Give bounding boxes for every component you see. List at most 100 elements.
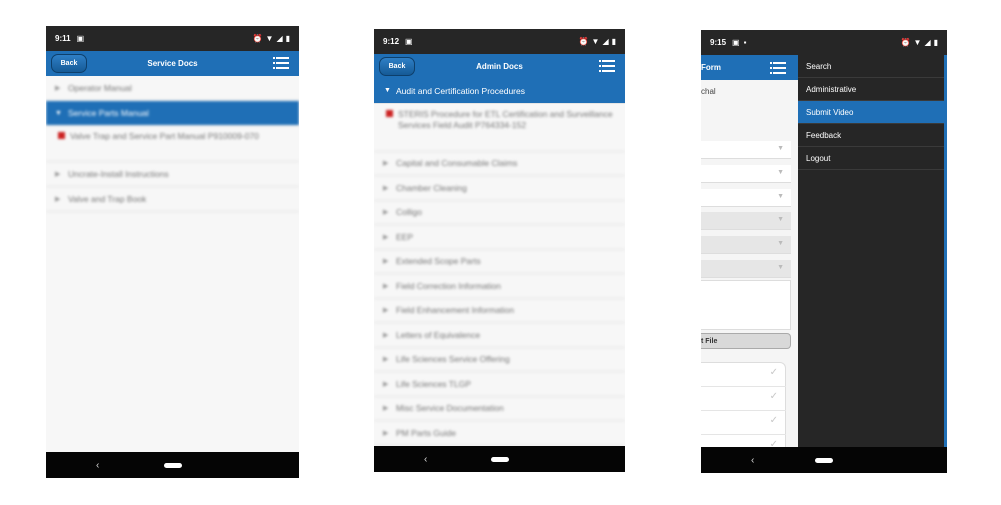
chevron-down-icon: ▼ [777,264,784,271]
list-item[interactable]: ▶ Field Enhancement Information [374,299,625,323]
document-label: STERIS Procedure for ETL Certification a… [398,108,613,130]
chevron-right-icon: ▶ [383,380,389,388]
document-label: Valve Trap and Service Part Manual P9100… [70,131,259,141]
list-item[interactable]: ▶ Life Sciences TLGP [374,372,625,397]
list-item[interactable]: ▶ Uncrate-Install Instructions [46,162,299,187]
menu-item-administrative[interactable]: Administrative [798,78,944,101]
list-item[interactable]: ▶ PM Parts Guide [374,421,625,446]
menu-icon[interactable] [770,62,786,74]
list-item-label: Field Enhancement Information [396,305,515,316]
checklist-row[interactable]: ✓ [701,411,786,435]
list-item[interactable]: ▶ Valve and Trap Book [46,187,299,212]
nav-back-icon[interactable]: ‹ [96,460,99,471]
alarm-icon: ⏰ [252,34,263,43]
battery-icon: ▮ [285,34,290,43]
app-bar: Back Service Docs [46,51,299,76]
checklist-row[interactable]: ✓ [701,363,786,387]
list-item[interactable]: ▶ Life Sciences Service Offering [374,348,625,372]
chevron-down-icon: ▼ [384,87,391,95]
home-pill-icon[interactable] [163,462,182,468]
back-button[interactable]: Back [51,54,87,73]
menu-item-search[interactable]: Search [798,55,944,78]
status-bar: 9:12 ▣ ⏰ ▼ ◢ ▮ [374,29,625,54]
notification-icon: ▣ [405,37,413,46]
chevron-right-icon: ▶ [383,258,389,266]
nav-back-icon[interactable]: ‹ [751,455,754,466]
form-select[interactable]: ▼ [701,165,791,183]
status-bar: 9:11 ▣ ⏰ ▼ ◢ ▮ [46,26,299,51]
phone-screen-admin-docs: 9:12 ▣ ⏰ ▼ ◢ ▮ Back Admin Docs ▼ Audit a… [374,29,625,472]
section-header-selected[interactable]: ▼ Audit and Certification Procedures [374,79,625,104]
form-label: chal [701,87,716,96]
list-item[interactable]: ▶ Misc Service Documentation [374,397,625,421]
list-item[interactable]: ▶ Field Correction Information [374,274,625,299]
section-header-label: Audit and Certification Procedures [396,85,525,96]
signal-icon: ◢ [276,34,283,43]
checklist-row[interactable]: ✓ [701,387,786,411]
list-item-label: Letters of Equivalence [396,329,481,340]
menu-icon[interactable] [273,57,289,69]
pdf-icon [58,132,65,139]
chevron-down-icon: ▼ [777,145,784,152]
list-item[interactable]: ▶ Capital and Consumable Claims [374,152,625,176]
list-item-label: Service Parts Manual [68,108,149,118]
list-item-label: Chamber Cleaning [396,182,467,193]
list-item-label: Valve and Trap Book [68,194,147,204]
chevron-right-icon: ▶ [383,233,389,241]
chevron-down-icon: ▼ [777,240,784,247]
list-item[interactable]: ▶ Extended Scope Parts [374,250,625,274]
select-file-button[interactable]: t File [701,333,791,349]
home-pill-icon[interactable] [815,457,833,463]
menu-item-submit-video[interactable]: Submit Video [798,101,944,124]
checklist: ✓ ✓ ✓ ✓ [701,362,786,459]
status-icons: ⏰ ▼ ◢ ▮ [579,37,616,46]
check-icon: ✓ [769,367,778,378]
drawer-edge [944,55,947,447]
check-icon: ✓ [769,391,778,402]
chevron-right-icon: ▶ [383,429,389,437]
doc-list: ▼ Audit and Certification Procedures STE… [374,79,625,446]
app-bar: Form [701,55,798,80]
document-item[interactable]: STERIS Procedure for ETL Certification a… [374,104,625,152]
list-item-label: Life Sciences Service Offering [396,354,510,365]
chevron-right-icon: ▶ [383,160,389,168]
document-item[interactable]: Valve Trap and Service Part Manual P9100… [46,126,299,162]
chevron-right-icon: ▶ [383,356,389,364]
menu-item-feedback[interactable]: Feedback [798,124,944,147]
page-title: Form [701,63,721,72]
phone-screen-menu-drawer: 9:15 ▣ ▪ ⏰ ▼ ◢ ▮ Form chal ▼ ▼ ▼ ▼ ▼ ▼ t… [701,30,947,473]
notification-icon: ▣ [732,38,740,47]
list-item[interactable]: ▶ EEP [374,225,625,250]
chevron-right-icon: ▶ [55,196,61,203]
chevron-right-icon: ▶ [55,85,61,92]
form-text-area[interactable] [701,280,791,330]
form-background: Form chal ▼ ▼ ▼ ▼ ▼ ▼ t File ✓ ✓ ✓ ✓ [701,55,798,459]
form-select-disabled: ▼ [701,236,791,254]
system-nav-bar: ‹ [701,447,947,473]
list-item[interactable]: ▶ Chamber Cleaning [374,176,625,201]
nav-back-icon[interactable]: ‹ [424,454,427,465]
home-pill-icon[interactable] [490,456,509,462]
app-bar: Back Admin Docs [374,54,625,79]
list-item-label: PM Parts Guide [396,427,456,438]
list-item-label: Colligo [396,207,422,218]
list-item[interactable]: ▶ Colligo [374,201,625,225]
back-button[interactable]: Back [379,57,415,76]
image-icon: ▪ [743,38,747,47]
list-item-selected[interactable]: ▼ Service Parts Manual [46,101,299,126]
system-nav-bar: ‹ [374,446,625,472]
check-icon: ✓ [769,415,778,426]
list-item[interactable]: ▶ Letters of Equivalence [374,323,625,348]
form-select[interactable]: ▼ [701,189,791,207]
menu-icon[interactable] [599,60,615,72]
chevron-down-icon: ▼ [777,193,784,200]
wifi-icon: ▼ [265,34,274,43]
doc-list: ▶ Operator Manual ▼ Service Parts Manual… [46,76,299,452]
form-select[interactable]: ▼ [701,141,791,159]
notification-icon: ▣ [76,34,85,43]
status-icons: ⏰ ▼ ◢ ▮ [901,38,938,47]
list-item[interactable]: ▶ Operator Manual [46,76,299,101]
menu-item-logout[interactable]: Logout [798,147,944,170]
signal-icon: ◢ [602,37,609,46]
chevron-right-icon: ▶ [383,184,389,192]
